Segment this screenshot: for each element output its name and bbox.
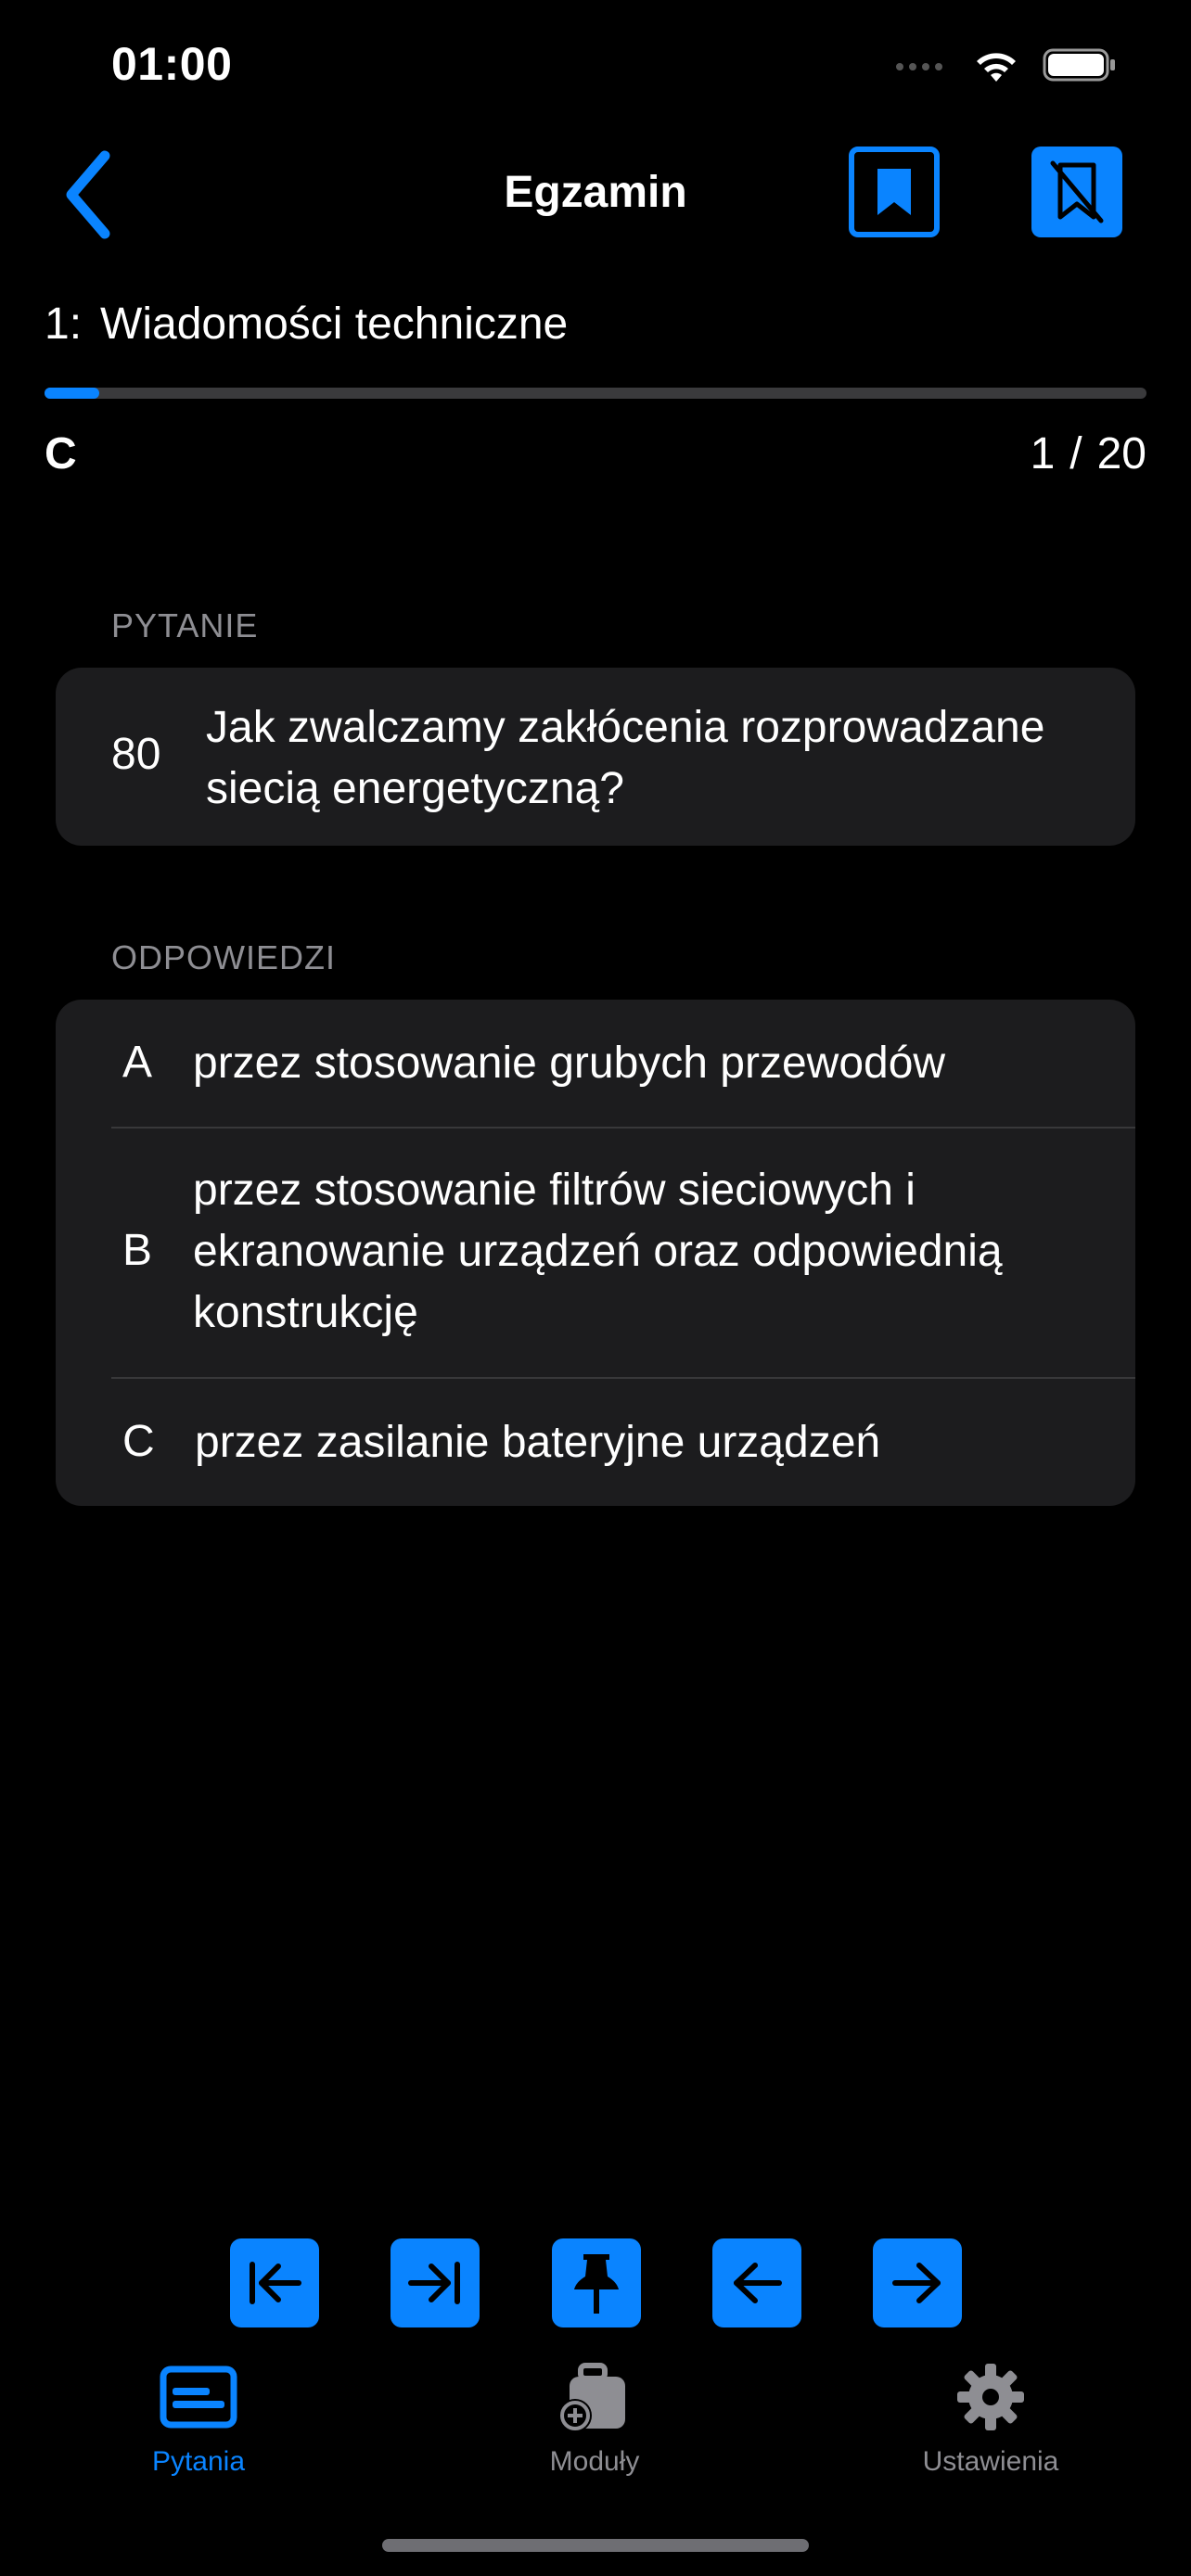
question-number: 80 <box>111 730 161 779</box>
section-number: 1: <box>45 300 83 349</box>
tab-moduly[interactable]: Moduły <box>455 2355 734 2478</box>
bookmark-icon <box>877 169 911 215</box>
question-section-label: PYTANIE <box>111 606 259 644</box>
next-question-button[interactable] <box>873 2238 962 2327</box>
counter-separator: / <box>1069 429 1082 478</box>
status-icons <box>894 46 1117 88</box>
previous-icon <box>734 2263 782 2303</box>
counter-total: 20 <box>1096 429 1146 478</box>
answer-letter: C <box>122 1417 155 1466</box>
tab-pytania[interactable]: Pytania <box>59 2355 338 2478</box>
answer-text: przez stosowanie filtrów sieciowych i ek… <box>193 1166 1003 1337</box>
pin-button[interactable] <box>552 2238 641 2327</box>
answers-card: A przez stosowanie grubych przewodów B p… <box>56 1000 1135 1506</box>
tab-label: Ustawienia <box>922 2446 1059 2477</box>
question-counter: 1 / 20 <box>1031 428 1146 479</box>
navigation-bar: Egzamin <box>0 139 1191 250</box>
previous-question-button[interactable] <box>712 2238 801 2327</box>
cellular-signal-icon <box>894 58 950 76</box>
question-text: Jak zwalczamy zakłócenia rozprowadzane s… <box>206 703 1045 813</box>
last-question-button[interactable] <box>391 2238 480 2327</box>
tab-ustawienia[interactable]: Ustawienia <box>852 2355 1130 2478</box>
section-heading: 1: Wiadomości techniczne <box>45 299 568 350</box>
battery-icon <box>1043 46 1117 88</box>
answer-letter: A <box>122 1038 153 1087</box>
answer-option-c[interactable]: C przez zasilanie bateryjne urządzeń <box>56 1379 1135 1506</box>
answers-section-label: ODPOWIEDZI <box>111 938 336 976</box>
pin-icon <box>574 2254 619 2314</box>
question-card: 80 Jak zwalczamy zakłócenia rozprowadzan… <box>56 668 1135 846</box>
answer-text: przez stosowanie grubych przewodów <box>193 1039 946 1088</box>
progress-fill <box>45 388 100 399</box>
answer-text: przez zasilanie bateryjne urządzeń <box>195 1418 881 1467</box>
status-bar: 01:00 <box>0 0 1191 139</box>
progress-bar <box>45 388 1146 399</box>
correct-answer-letter: C <box>45 429 77 478</box>
counter-current: 1 <box>1030 429 1056 478</box>
bookmark-slash-icon <box>1050 160 1104 223</box>
remove-bookmark-button[interactable] <box>1031 147 1122 237</box>
status-time: 01:00 <box>111 38 233 90</box>
tab-bar: Pytania Moduły Ustawienia <box>0 2355 1191 2504</box>
tab-label: Moduły <box>549 2446 640 2477</box>
home-indicator[interactable] <box>382 2539 809 2552</box>
add-module-icon <box>455 2355 734 2439</box>
nav-title: Egzamin <box>504 168 687 217</box>
last-question-icon <box>408 2262 460 2304</box>
card-icon <box>59 2355 338 2439</box>
wifi-icon <box>972 46 1020 88</box>
next-icon <box>892 2263 941 2303</box>
answer-option-a[interactable]: A przez stosowanie grubych przewodów <box>56 1000 1135 1128</box>
first-question-icon <box>250 2262 301 2304</box>
first-question-button[interactable] <box>230 2238 319 2327</box>
gear-icon <box>852 2355 1130 2439</box>
question-toolbar <box>0 2238 1191 2327</box>
answer-letter: B <box>122 1226 153 1275</box>
bookmark-button[interactable] <box>849 147 940 237</box>
section-title: Wiadomości techniczne <box>100 300 569 349</box>
answer-option-b[interactable]: B przez stosowanie filtrów sieciowych i … <box>56 1129 1135 1377</box>
tab-label: Pytania <box>151 2446 246 2477</box>
